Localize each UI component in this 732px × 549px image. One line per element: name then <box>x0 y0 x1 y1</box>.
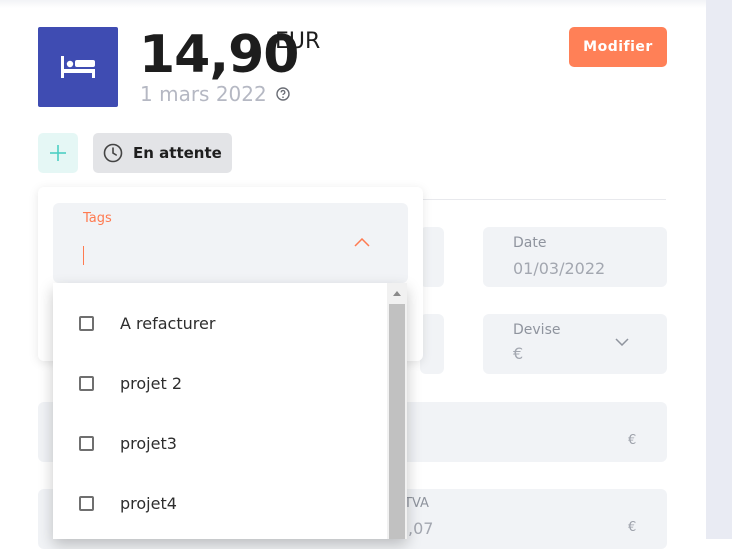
tag-option[interactable]: projet4 <box>53 473 387 533</box>
currency-select-label: Devise <box>513 322 561 338</box>
tag-option-label: A refacturer <box>120 313 216 333</box>
expense-date-line: 1 mars 2022 <box>140 82 290 106</box>
right-side-panel-edge <box>706 0 732 539</box>
status-button[interactable]: En attente <box>93 133 232 173</box>
euro-symbol: € <box>628 520 637 535</box>
top-fade <box>0 0 706 8</box>
expense-date: 1 mars 2022 <box>140 82 267 106</box>
chevron-up-icon[interactable] <box>354 238 370 247</box>
tag-option[interactable]: projet3 <box>53 413 387 473</box>
currency-select-value: € <box>513 344 524 363</box>
checkbox[interactable] <box>79 375 94 391</box>
modify-button[interactable]: Modifier <box>569 27 667 67</box>
status-label: En attente <box>133 144 222 162</box>
section-divider <box>415 199 666 200</box>
date-field-label: Date <box>513 235 547 251</box>
tags-dropdown-list[interactable]: A refacturer projet 2 projet3 projet4 <box>53 283 407 539</box>
clock-icon <box>103 143 123 163</box>
currency-select[interactable]: Devise € <box>483 314 667 374</box>
expense-currency: EUR <box>275 29 321 54</box>
euro-symbol: € <box>628 433 637 448</box>
vat-field-label: TVA <box>404 496 429 511</box>
dropdown-scrollbar[interactable] <box>387 283 407 539</box>
tag-option[interactable]: A refacturer <box>53 293 387 353</box>
add-button[interactable] <box>38 133 78 173</box>
scrollbar-thumb[interactable] <box>389 304 405 539</box>
chevron-down-icon <box>615 338 629 346</box>
vat-field-value: ,07 <box>408 519 434 538</box>
tag-option-label: projet4 <box>120 493 177 513</box>
plus-icon <box>50 145 66 161</box>
checkbox[interactable] <box>79 435 94 451</box>
help-icon[interactable] <box>276 87 290 101</box>
date-field[interactable]: Date 01/03/2022 <box>483 227 667 287</box>
merchant-field[interactable] <box>420 227 444 287</box>
text-cursor <box>83 246 84 265</box>
scroll-up-arrow-icon[interactable] <box>393 291 401 296</box>
tag-option-label: projet 2 <box>120 373 182 393</box>
tags-input[interactable]: Tags <box>53 203 408 283</box>
date-field-value: 01/03/2022 <box>513 259 606 278</box>
tag-option[interactable]: projet 2 <box>53 353 387 413</box>
amount-field[interactable] <box>420 314 444 374</box>
tags-label: Tags <box>83 211 112 226</box>
bed-icon <box>61 56 95 78</box>
category-tile <box>38 27 118 107</box>
tag-option-label: projet3 <box>120 433 177 453</box>
checkbox[interactable] <box>79 495 94 511</box>
checkbox[interactable] <box>79 315 94 331</box>
